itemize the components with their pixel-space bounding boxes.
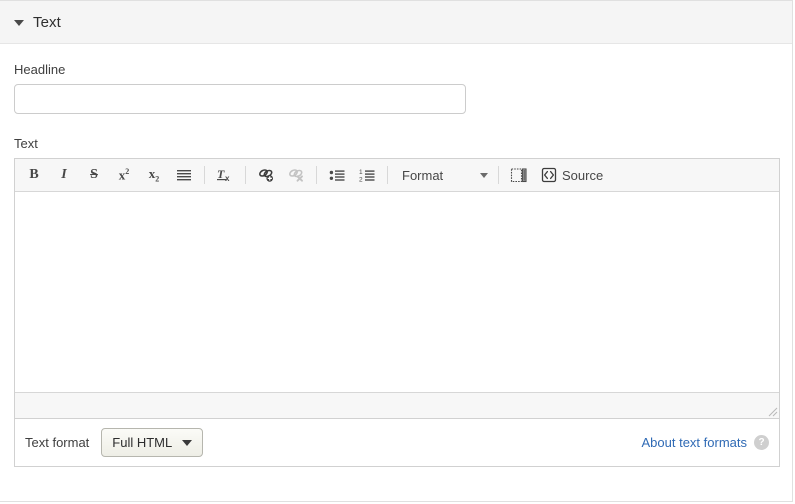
rich-text-editor: B I S x2 x2 <box>14 158 780 419</box>
align-justify-icon[interactable] <box>170 162 198 189</box>
templates-icon[interactable] <box>505 162 533 189</box>
editor-toolbar: B I S x2 x2 <box>15 159 779 192</box>
svg-text:1: 1 <box>359 169 363 176</box>
superscript-icon[interactable]: x2 <box>110 162 138 189</box>
text-format-wrapper: Text format Full HTML About text formats… <box>14 419 780 467</box>
panel-header[interactable]: Text <box>0 1 792 44</box>
resize-handle-icon[interactable] <box>768 407 778 417</box>
chevron-down-icon <box>480 173 488 178</box>
svg-text:2: 2 <box>359 176 363 183</box>
toolbar-separator <box>498 166 499 184</box>
editor-content-area[interactable] <box>15 192 779 392</box>
bulleted-list-icon[interactable] <box>323 162 351 189</box>
strikethrough-glyph: S <box>90 167 98 183</box>
italic-glyph: I <box>61 167 66 183</box>
page-title: Text <box>33 14 61 31</box>
source-button[interactable]: Source <box>534 162 610 189</box>
unlink-icon[interactable] <box>282 162 310 189</box>
numbered-list-icon[interactable]: 1 2 <box>353 162 381 189</box>
subscript-icon[interactable]: x2 <box>140 162 168 189</box>
svg-text:T: T <box>217 167 225 181</box>
text-format-select[interactable]: Full HTML <box>101 428 203 457</box>
toolbar-separator <box>387 166 388 184</box>
format-dropdown[interactable]: Format <box>393 162 493 189</box>
strikethrough-icon[interactable]: S <box>80 162 108 189</box>
subscript-glyph: x2 <box>149 166 160 184</box>
toolbar-separator <box>316 166 317 184</box>
editor-status-bar <box>15 392 779 418</box>
text-format-help: About text formats ? <box>642 435 770 450</box>
svg-text:x: x <box>225 174 230 183</box>
headline-input[interactable] <box>14 84 466 114</box>
text-format-label: Text format <box>25 435 89 450</box>
spacer <box>14 114 778 136</box>
toolbar-separator <box>245 166 246 184</box>
text-label: Text <box>14 136 778 151</box>
text-format-select-holder: Full HTML <box>101 428 203 457</box>
source-button-label: Source <box>562 168 603 183</box>
panel-body: Headline Text B I S x2 x2 <box>0 44 792 467</box>
bold-glyph: B <box>29 167 38 183</box>
question-mark-icon[interactable]: ? <box>754 435 769 450</box>
triangle-down-icon[interactable] <box>14 20 24 26</box>
about-text-formats-link[interactable]: About text formats <box>642 435 748 450</box>
headline-label: Headline <box>14 62 778 77</box>
remove-format-icon[interactable]: T x <box>211 162 239 189</box>
toolbar-separator <box>204 166 205 184</box>
bold-icon[interactable]: B <box>20 162 48 189</box>
link-icon[interactable] <box>252 162 280 189</box>
text-fieldset-panel: Text Headline Text B I S x2 <box>0 0 793 502</box>
italic-icon[interactable]: I <box>50 162 78 189</box>
source-icon <box>541 167 557 183</box>
superscript-glyph: x2 <box>119 167 130 183</box>
format-dropdown-label: Format <box>402 168 443 183</box>
